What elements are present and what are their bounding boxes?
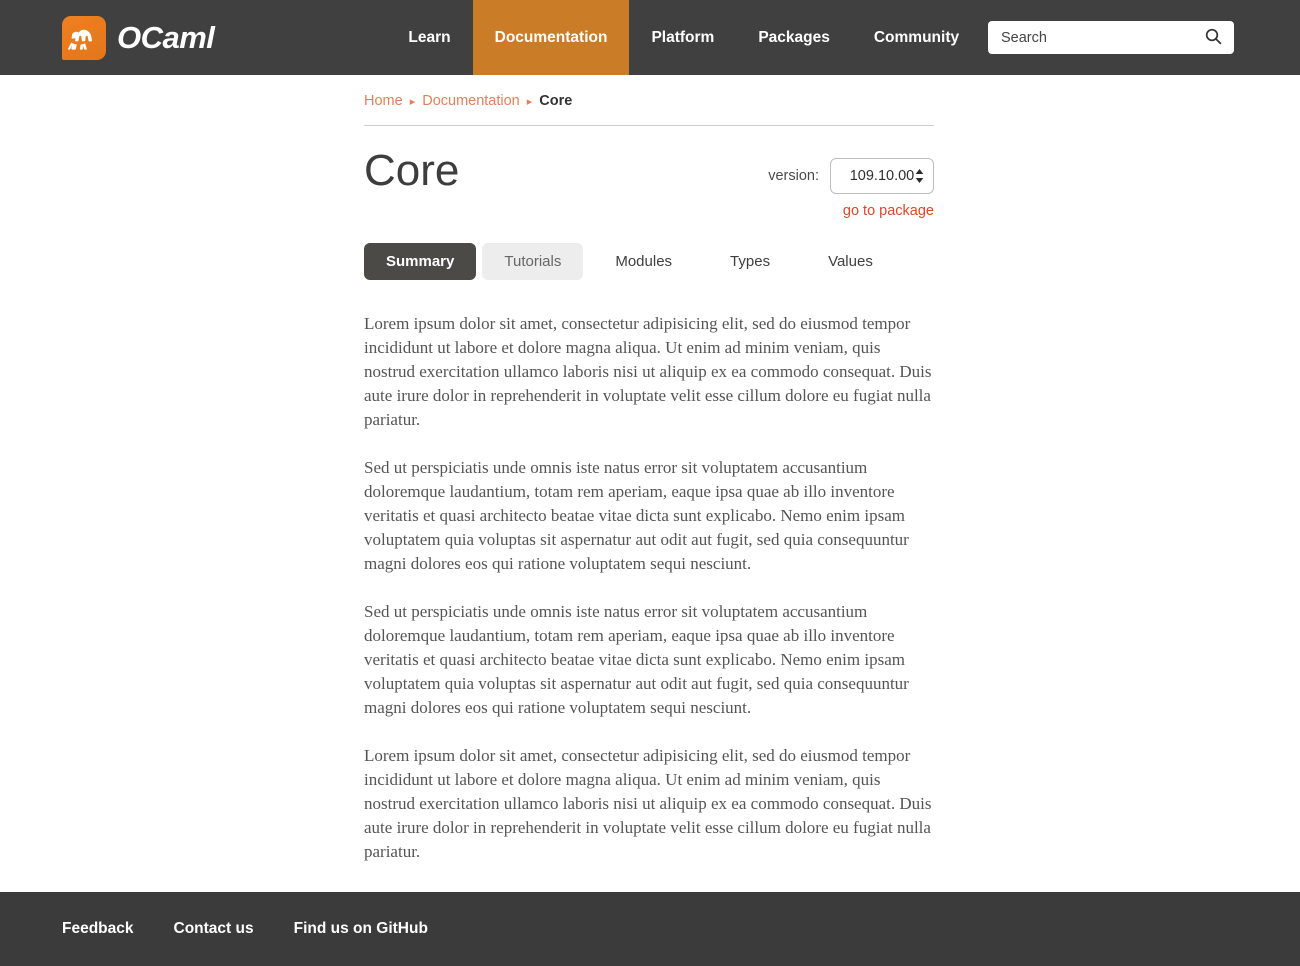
- breadcrumb-item-documentation[interactable]: Documentation: [422, 93, 520, 109]
- search-box: [988, 21, 1234, 54]
- site-footer: Feedback Contact us Find us on GitHub: [0, 892, 1300, 966]
- breadcrumb-item-core: Core: [539, 93, 573, 109]
- tab-summary[interactable]: Summary: [364, 243, 477, 280]
- page-body: Home ▸ Documentation ▸ Core Core version…: [0, 75, 1300, 892]
- version-selected-value: 109.10.00: [849, 168, 915, 184]
- brand-name: OCaml: [117, 19, 215, 55]
- footer-link-contact-us[interactable]: Contact us: [174, 920, 254, 938]
- search-icon: [1205, 28, 1222, 48]
- page-title: Core: [364, 146, 460, 195]
- tab-modules[interactable]: Modules: [589, 243, 698, 280]
- footer-link-feedback[interactable]: Feedback: [62, 920, 134, 938]
- brand-logo-link[interactable]: OCaml: [62, 15, 215, 60]
- ocaml-camel-logo-icon: [62, 15, 106, 60]
- footer-links: Feedback Contact us Find us on GitHub: [62, 920, 428, 938]
- paragraph: Sed ut perspiciatis unde omnis iste natu…: [364, 602, 909, 717]
- breadcrumb-separator-icon: ▸: [526, 95, 533, 108]
- tab-types[interactable]: Types: [704, 243, 796, 280]
- version-row: version: 109.10.00: [768, 158, 934, 194]
- summary-article: Lorem ipsum dolor sit amet, consectetur …: [364, 312, 934, 864]
- main-navigation: Learn Documentation Platform Packages Co…: [386, 0, 981, 75]
- footer-link-find-us-on-github[interactable]: Find us on GitHub: [294, 920, 428, 938]
- nav-item-community[interactable]: Community: [852, 0, 981, 75]
- version-label: version:: [768, 168, 819, 184]
- doc-tabs: Summary Tutorials Modules Types Values: [364, 243, 934, 280]
- breadcrumb: Home ▸ Documentation ▸ Core: [364, 75, 934, 126]
- nav-item-learn[interactable]: Learn: [386, 0, 472, 75]
- search-submit-button[interactable]: [1201, 21, 1234, 54]
- paragraph: Lorem ipsum dolor sit amet, consectetur …: [364, 314, 932, 429]
- site-header: OCaml Learn Documentation Platform Packa…: [0, 0, 1300, 75]
- paragraph: Lorem ipsum dolor sit amet, consectetur …: [364, 746, 932, 861]
- title-row: Core version: 109.10.00 go to package: [364, 126, 934, 219]
- content-column: Home ▸ Documentation ▸ Core Core version…: [364, 75, 934, 888]
- nav-item-documentation[interactable]: Documentation: [472, 0, 630, 75]
- search-input[interactable]: [988, 29, 1201, 46]
- select-updown-chevron-icon: [915, 169, 924, 184]
- tab-tutorials[interactable]: Tutorials: [482, 243, 584, 280]
- version-block: version: 109.10.00 go to package: [768, 148, 934, 219]
- nav-item-platform[interactable]: Platform: [629, 0, 736, 75]
- paragraph: Sed ut perspiciatis unde omnis iste natu…: [364, 458, 909, 573]
- version-select[interactable]: 109.10.00: [830, 158, 934, 194]
- nav-item-packages[interactable]: Packages: [736, 0, 852, 75]
- go-to-package-link[interactable]: go to package: [843, 203, 934, 219]
- tab-values[interactable]: Values: [802, 243, 899, 280]
- breadcrumb-item-home[interactable]: Home: [364, 93, 403, 109]
- breadcrumb-separator-icon: ▸: [409, 95, 416, 108]
